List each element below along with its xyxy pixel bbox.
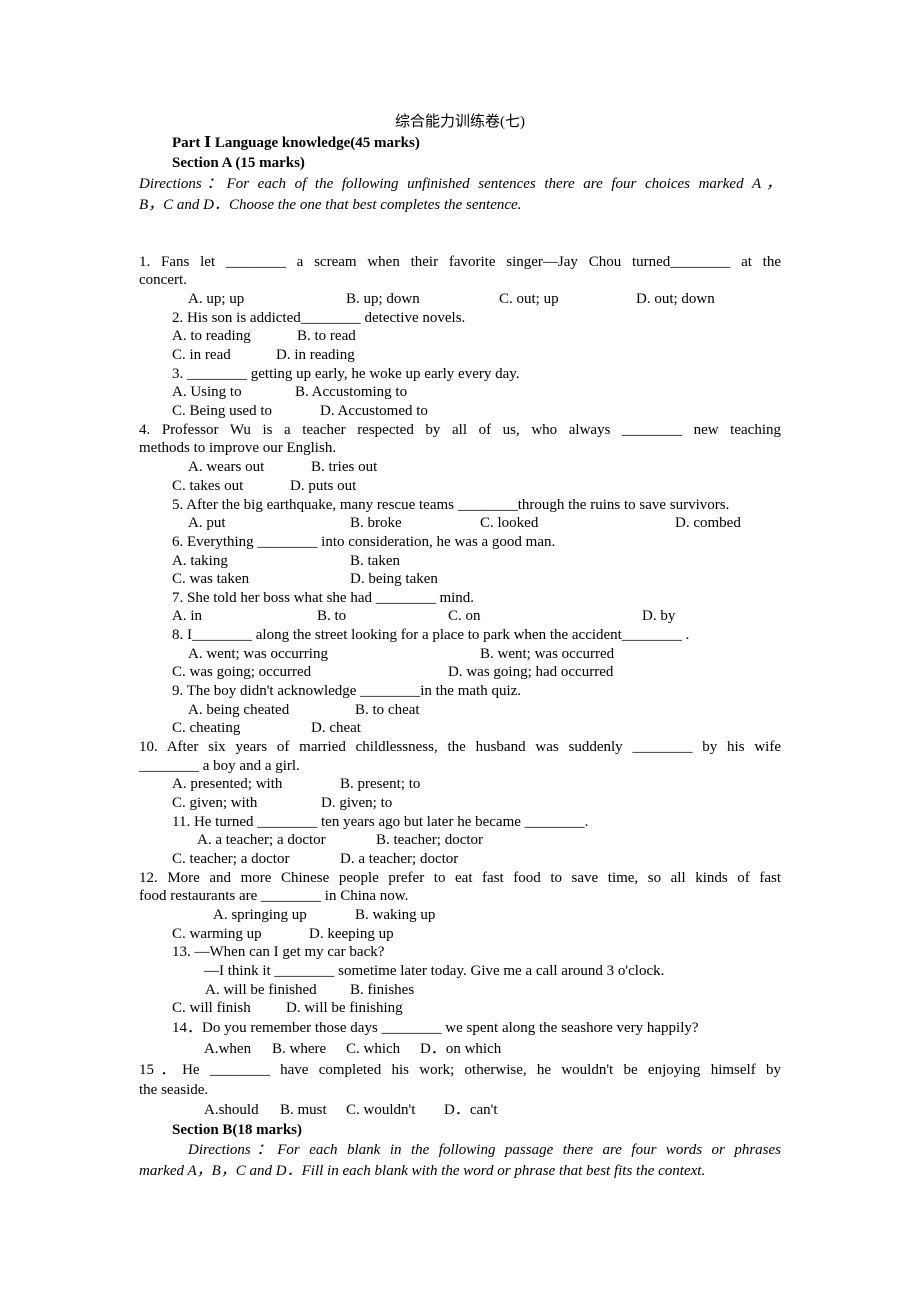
section-a-directions-line1: Directions：For each of the following unf… <box>139 176 781 192</box>
question-12-option-b[interactable]: B. waking up <box>355 906 435 924</box>
question-12-option-c[interactable]: C. warming up <box>172 925 262 943</box>
section-b-heading: Section B(18 marks) <box>172 1122 302 1138</box>
question-8-stem: 8. I________ along the street looking fo… <box>172 627 690 643</box>
question-7-option-c[interactable]: C. on <box>448 607 481 625</box>
question-13-option-d[interactable]: D. will be finishing <box>286 999 403 1017</box>
question-12-stem-cont: food restaurants are ________ in China n… <box>139 888 409 904</box>
question-1-option-c[interactable]: C. out; up <box>499 290 559 308</box>
question-1-stem-cont: concert. <box>139 272 187 288</box>
question-14-option-b[interactable]: B. where <box>272 1040 326 1058</box>
question-15-option-a[interactable]: A.should <box>204 1101 259 1119</box>
question-10-option-b[interactable]: B. present; to <box>340 775 420 793</box>
question-3-option-b[interactable]: B. Accustoming to <box>295 383 407 401</box>
section-a-heading: Section A (15 marks) <box>172 155 305 171</box>
question-1-option-d[interactable]: D. out; down <box>636 290 715 308</box>
question-11-option-c[interactable]: C. teacher; a doctor <box>172 850 289 868</box>
question-10-option-d[interactable]: D. given; to <box>321 794 392 812</box>
question-14-stem: 14．Do you remember those days ________ w… <box>172 1020 699 1036</box>
question-15-option-b[interactable]: B. must <box>280 1101 327 1119</box>
question-4-option-a[interactable]: A. wears out <box>188 458 264 476</box>
question-8-option-a[interactable]: A. went; was occurring <box>188 645 328 663</box>
question-3-option-d[interactable]: D. Accustomed to <box>320 402 428 420</box>
question-4-option-b[interactable]: B. tries out <box>311 458 377 476</box>
question-7-option-d[interactable]: D. by <box>642 607 675 625</box>
question-6-stem: 6. Everything ________ into consideratio… <box>172 534 556 550</box>
question-11-option-d[interactable]: D. a teacher; doctor <box>340 850 458 868</box>
question-6-option-c[interactable]: C. was taken <box>172 570 249 588</box>
part-heading: Part Ⅰ Language knowledge(45 marks) <box>172 135 420 151</box>
question-7-stem: 7. She told her boss what she had ______… <box>172 590 475 606</box>
question-14-option-a[interactable]: A.when <box>204 1040 251 1058</box>
question-13-option-b[interactable]: B. finishes <box>350 981 414 999</box>
question-3-option-a[interactable]: A. Using to <box>172 383 242 401</box>
question-4-option-d[interactable]: D. puts out <box>290 477 356 495</box>
question-8-option-c[interactable]: C. was going; occurred <box>172 663 311 681</box>
question-15-option-d[interactable]: D．can't <box>444 1101 498 1119</box>
question-2-option-b[interactable]: B. to read <box>297 327 356 345</box>
question-5-option-d[interactable]: D. combed <box>675 514 741 532</box>
question-11-stem: 11. He turned ________ ten years ago but… <box>172 814 589 830</box>
question-13-stem: 13. —When can I get my car back? <box>172 944 385 960</box>
question-7-option-b[interactable]: B. to <box>317 607 346 625</box>
question-10-option-c[interactable]: C. given; with <box>172 794 257 812</box>
question-2-option-a[interactable]: A. to reading <box>172 327 251 345</box>
question-15-option-c[interactable]: C. wouldn't <box>346 1101 415 1119</box>
question-4-option-c[interactable]: C. takes out <box>172 477 243 495</box>
question-11-option-b[interactable]: B. teacher; doctor <box>376 831 483 849</box>
question-6-option-d[interactable]: D. being taken <box>350 570 438 588</box>
question-4-stem-cont: methods to improve our English. <box>139 440 337 456</box>
section-a-directions-line2: B，C and D．Choose the one that best compl… <box>139 197 522 213</box>
question-3-option-c[interactable]: C. Being used to <box>172 402 272 420</box>
question-6-option-a[interactable]: A. taking <box>172 552 228 570</box>
question-9-option-a[interactable]: A. being cheated <box>188 701 289 719</box>
question-14-option-d[interactable]: D．on which <box>420 1040 501 1058</box>
question-9-stem: 9. The boy didn't acknowledge ________in… <box>172 683 522 699</box>
question-8-option-b[interactable]: B. went; was occurred <box>480 645 614 663</box>
question-3-stem: 3. ________ getting up early, he woke up… <box>172 366 520 382</box>
question-14-option-c[interactable]: C. which <box>346 1040 400 1058</box>
question-4-stem: 4. Professor Wu is a teacher respected b… <box>139 422 781 438</box>
question-1-option-b[interactable]: B. up; down <box>346 290 420 308</box>
section-b-directions-line1: Directions：For each blank in the followi… <box>188 1142 781 1158</box>
question-15-stem: 15．He ________ have completed his work; … <box>139 1062 781 1078</box>
document-title: 综合能力训练卷(七) <box>395 114 525 130</box>
question-5-stem: 5. After the big earthquake, many rescue… <box>172 497 730 513</box>
question-12-option-a[interactable]: A. springing up <box>213 906 307 924</box>
question-2-option-c[interactable]: C. in read <box>172 346 231 364</box>
question-7-option-a[interactable]: A. in <box>172 607 202 625</box>
question-10-stem-cont: ________ a boy and a girl. <box>139 758 300 774</box>
question-5-option-a[interactable]: A. put <box>188 514 226 532</box>
question-5-option-c[interactable]: C. looked <box>480 514 538 532</box>
question-9-option-d[interactable]: D. cheat <box>311 719 361 737</box>
question-8-option-d[interactable]: D. was going; had occurred <box>448 663 613 681</box>
question-12-stem: 12. More and more Chinese people prefer … <box>139 870 781 886</box>
question-13-stem-cont: —I think it ________ sometime later toda… <box>204 963 665 979</box>
question-1-stem: 1. Fans let ________ a scream when their… <box>139 254 781 270</box>
question-9-option-b[interactable]: B. to cheat <box>355 701 420 719</box>
question-12-option-d[interactable]: D. keeping up <box>309 925 394 943</box>
question-2-stem: 2. His son is addicted________ detective… <box>172 310 466 326</box>
question-9-option-c[interactable]: C. cheating <box>172 719 240 737</box>
question-5-option-b[interactable]: B. broke <box>350 514 402 532</box>
question-15-stem-cont: the seaside. <box>139 1082 209 1098</box>
question-2-option-d[interactable]: D. in reading <box>276 346 355 364</box>
question-13-option-c[interactable]: C. will finish <box>172 999 251 1017</box>
question-11-option-a[interactable]: A. a teacher; a doctor <box>197 831 326 849</box>
question-10-stem: 10. After six years of married childless… <box>139 739 781 755</box>
question-6-option-b[interactable]: B. taken <box>350 552 400 570</box>
section-b-directions-line2: marked A，B，C and D．Fill in each blank wi… <box>139 1163 706 1179</box>
document-page: 综合能力训练卷(七) Part Ⅰ Language knowledge(45 … <box>0 0 920 1302</box>
question-1-option-a[interactable]: A. up; up <box>188 290 244 308</box>
question-10-option-a[interactable]: A. presented; with <box>172 775 282 793</box>
question-13-option-a[interactable]: A. will be finished <box>205 981 317 999</box>
